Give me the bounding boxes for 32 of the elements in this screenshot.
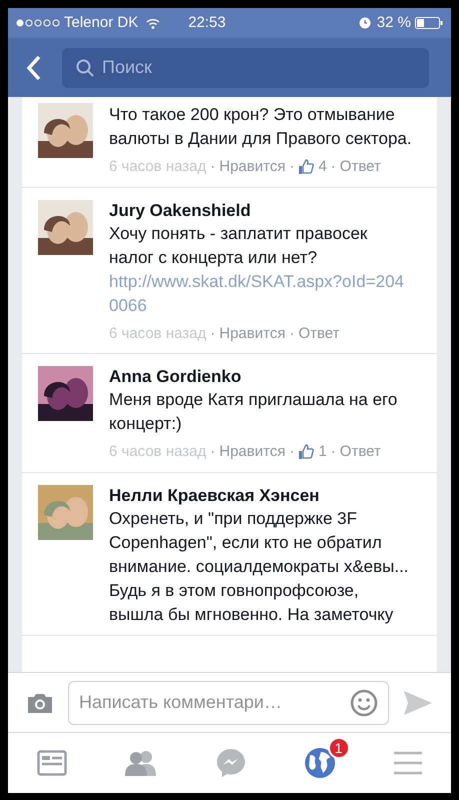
like-count: 4 — [318, 157, 327, 177]
reply-link[interactable]: Ответ — [340, 156, 381, 178]
author-name[interactable]: Нелли Краевская Хэнсен — [109, 484, 413, 506]
separator-dot: · — [210, 442, 216, 462]
like-link[interactable]: Нравится — [219, 156, 286, 178]
author-name[interactable]: Anna Gordienko — [109, 366, 413, 388]
comment-text: Охренеть, и "при поддержке 3F Copenhagen", если кто не обратил внимание. социалдемократы х&евы... Будь я в этом говнопрофсоюзе, вышла бы мгновенно. На заметочку — [109, 508, 410, 626]
timestamp: 6 часов назад — [109, 157, 206, 177]
reply-link[interactable]: Ответ — [298, 322, 340, 345]
notification-badge: 1 — [328, 737, 350, 759]
separator-dot: · — [210, 324, 216, 344]
author-name[interactable]: Jury Oakenshield — [109, 200, 413, 222]
separator-dot: · — [289, 324, 294, 344]
link[interactable]: http://www.skat.dk/SKAT.aspx?oId=2040066 — [109, 270, 413, 318]
timestamp: 6 часов назад — [109, 442, 206, 462]
separator-dot: · — [289, 157, 294, 177]
reply-link[interactable]: Ответ — [340, 441, 381, 464]
like-link[interactable]: Нравится — [219, 441, 286, 464]
carrier-name: Telenor DK — [64, 12, 138, 33]
separator-dot: · — [330, 442, 336, 462]
clock-time: 22:53 — [188, 12, 226, 33]
separator-dot: · — [210, 157, 216, 177]
comment-text: Хочу понять - заплатит правосек налог с концерта или нет? — [109, 222, 368, 268]
comment-field[interactable]: Написать комментари… — [68, 680, 389, 724]
separator-dot: · — [330, 157, 336, 177]
separator-dot: · — [289, 442, 294, 462]
timestamp: 6 часов назад — [109, 324, 206, 344]
like-link[interactable]: Нравится — [219, 322, 286, 345]
comment-text: Что такое 200 крон? Это отмывание валюты в Дании для Правого сектора. — [109, 104, 413, 150]
like-count: 1 — [318, 442, 327, 462]
battery-percent: 32 % — [376, 12, 411, 33]
comment-text: Меня вроде Катя приглашала на его концерт:) — [109, 389, 398, 435]
